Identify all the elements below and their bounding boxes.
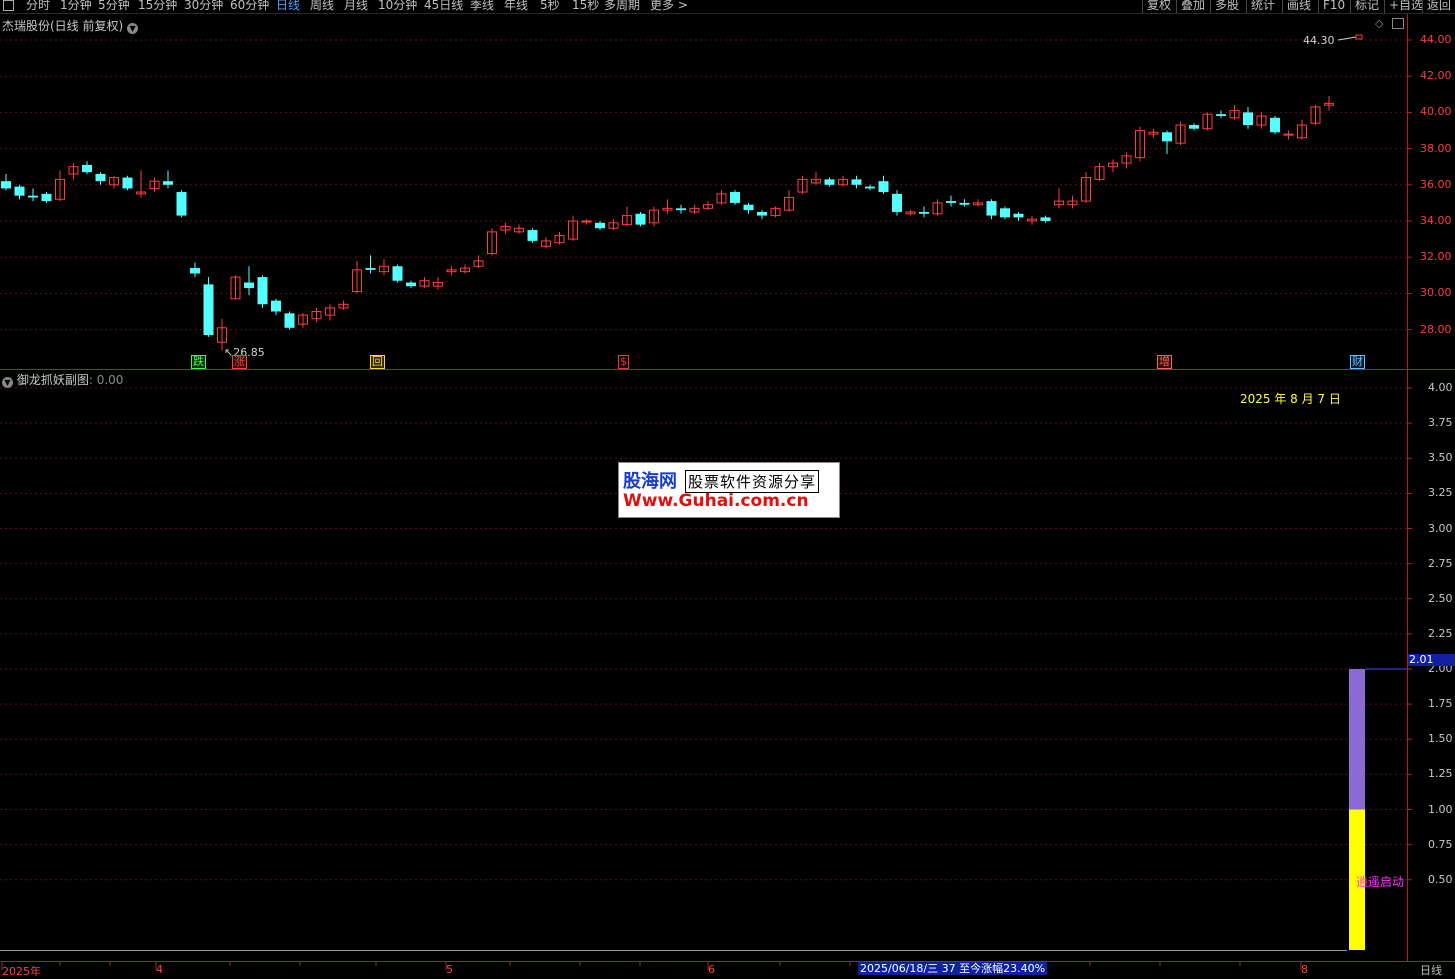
candle-body-down (406, 282, 416, 287)
candle-body-down (365, 268, 376, 270)
candle-body-down (730, 192, 740, 203)
sub-tick-label: 3.00 (1428, 521, 1453, 535)
candle-body-down (1000, 208, 1010, 218)
time-label: 8 (1301, 963, 1308, 976)
candle-body-up (1283, 133, 1294, 136)
sub-tick-label: 3.75 (1428, 416, 1453, 430)
sub-tick-label: 0.75 (1428, 837, 1453, 851)
candle-body-down (82, 164, 92, 173)
signal-text: 逍遥启动 (1356, 875, 1405, 889)
time-label: 4 (156, 963, 163, 976)
current-value-tag: 2.01 (1408, 654, 1455, 666)
signal-marker-1[interactable]: 涨 (232, 355, 247, 369)
time-label: 6 (708, 963, 715, 976)
candle-body-down (41, 193, 52, 202)
price-tick-label: 38.00 (1420, 141, 1452, 155)
candle-body-down (1216, 114, 1226, 117)
candle-body-down (244, 282, 254, 288)
candle-body-down (865, 186, 875, 189)
candle-body-down (1162, 132, 1172, 142)
candle-body-down (203, 284, 214, 336)
sub-tick-label: 0.50 (1428, 872, 1453, 886)
candle-body-down (190, 268, 200, 274)
candle-body-down (1270, 117, 1280, 133)
candle-body-down (14, 186, 25, 196)
range-info: 2025/06/18/三 37 至今涨幅23.40% (858, 962, 1048, 975)
indicator-bar-1 (1349, 669, 1365, 810)
watermark-slogan: 股票软件资源分享 (685, 470, 820, 493)
candle-body-down (892, 193, 902, 212)
candle-body-down (122, 177, 133, 189)
sub-tick-label: 1.50 (1428, 732, 1453, 746)
candle-body-down (959, 202, 970, 205)
candle-body-down (28, 195, 38, 198)
candle-body-down (284, 313, 295, 328)
signal-marker-0[interactable]: 跌 (191, 355, 206, 369)
watermark-url: Www.Guhai.com.cn (623, 491, 809, 511)
candle-body-down (635, 213, 646, 225)
candle-body-down (676, 208, 686, 211)
sub-tick-label: 1.75 (1428, 697, 1453, 711)
candle-body-down (743, 204, 754, 211)
price-tick-label: 36.00 (1420, 177, 1452, 191)
candle-body-down (878, 181, 889, 193)
candle-body-down (163, 181, 173, 185)
sub-tick-label: 1.00 (1428, 802, 1453, 816)
candle-body-down (1189, 125, 1199, 129)
price-tick-label: 44.00 (1420, 33, 1452, 46)
candle-body-down (1040, 217, 1051, 221)
period-label: 日线 (1420, 964, 1442, 977)
sub-tick-label: 2.50 (1428, 591, 1453, 605)
candle-body-down (176, 192, 187, 216)
candle-body-down (271, 300, 281, 312)
sub-tick-label: 3.50 (1428, 451, 1453, 465)
sub-tick-label: 1.25 (1428, 767, 1453, 781)
price-tick-label: 30.00 (1420, 286, 1452, 300)
sub-tick-label: 2.25 (1428, 626, 1453, 640)
candle-body-down (392, 266, 403, 281)
signal-marker-3[interactable]: $ (618, 355, 629, 369)
price-tick-label: 40.00 (1420, 105, 1452, 119)
watermark-brand: 股海网 (623, 471, 677, 492)
signal-marker-4[interactable]: 增 (1157, 355, 1172, 369)
signal-marker-2[interactable]: 回 (370, 355, 385, 369)
high-price-label: 44.30 (1303, 34, 1335, 47)
candle-body-down (851, 179, 862, 185)
candle-body-down (946, 201, 956, 203)
price-tick-label: 32.00 (1420, 250, 1452, 264)
candle-body-down (919, 211, 929, 214)
sub-tick-label: 3.25 (1428, 486, 1453, 500)
candle-body-down (757, 211, 767, 216)
candle-body-down (986, 201, 997, 216)
sub-tick-label: 4.00 (1428, 381, 1453, 394)
candle-body-up (581, 220, 592, 223)
price-tick-label: 28.00 (1420, 322, 1452, 336)
candle-body-down (257, 277, 268, 305)
sub-tick-label: 2.75 (1428, 556, 1453, 570)
candle-body-down (95, 173, 106, 182)
candle-body-down (527, 230, 538, 241)
candle-body-down (1013, 213, 1024, 218)
price-tick-label: 34.00 (1420, 214, 1452, 227)
candle-body-down (595, 222, 605, 229)
candle-body-down (1243, 112, 1253, 126)
candle-body-down (1, 181, 11, 189)
signal-marker-5[interactable]: 财 (1350, 355, 1365, 369)
candle-body-down (824, 179, 835, 185)
high-marker (1355, 34, 1363, 40)
time-label: 5 (446, 963, 453, 976)
guhai-watermark: 股海网 股票软件资源分享 Www.Guhai.com.cn (618, 462, 840, 518)
price-tick-label: 42.00 (1420, 69, 1452, 83)
